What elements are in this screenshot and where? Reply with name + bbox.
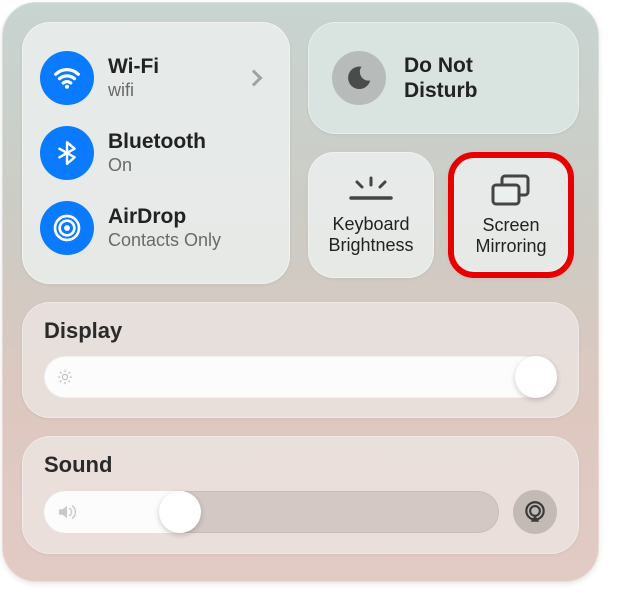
bluetooth-sub: On: [108, 155, 272, 176]
airdrop-icon: [40, 201, 94, 255]
bluetooth-title: Bluetooth: [108, 130, 272, 154]
wifi-text: Wi-Fi wifi: [108, 55, 234, 101]
dnd-line2: Disturb: [404, 78, 478, 103]
airplay-audio-button[interactable]: [513, 490, 557, 534]
brightness-low-icon: [56, 368, 74, 386]
display-slider[interactable]: [44, 356, 557, 398]
airdrop-title: AirDrop: [108, 205, 272, 229]
wifi-title: Wi-Fi: [108, 55, 234, 79]
display-card: Display: [22, 302, 579, 418]
airdrop-sub: Contacts Only: [108, 230, 272, 251]
sound-row: [44, 490, 557, 534]
kb-line1: Keyboard: [328, 214, 413, 235]
sm-line2: Mirroring: [475, 236, 546, 257]
keyboard-brightness-icon: [347, 174, 395, 208]
moon-icon: [332, 51, 386, 105]
tiles-row: Keyboard Brightness Screen Mirroring: [308, 152, 579, 278]
sound-label: Sound: [44, 452, 557, 478]
bluetooth-row[interactable]: Bluetooth On: [34, 122, 278, 184]
display-label: Display: [44, 318, 557, 344]
dnd-line1: Do Not: [404, 53, 478, 78]
do-not-disturb-button[interactable]: Do Not Disturb: [308, 22, 579, 134]
dnd-label: Do Not Disturb: [404, 53, 478, 103]
airdrop-row[interactable]: AirDrop Contacts Only: [34, 197, 278, 259]
screen-mirroring-tile[interactable]: Screen Mirroring: [448, 152, 574, 278]
top-row: Wi-Fi wifi Bluetooth On: [22, 22, 579, 284]
keyboard-brightness-label: Keyboard Brightness: [328, 214, 413, 255]
display-slider-thumb[interactable]: [515, 356, 557, 398]
connectivity-card: Wi-Fi wifi Bluetooth On: [22, 22, 290, 284]
sound-slider-thumb[interactable]: [159, 491, 201, 533]
keyboard-brightness-tile[interactable]: Keyboard Brightness: [308, 152, 434, 278]
wifi-sub: wifi: [108, 80, 234, 101]
bluetooth-icon: [40, 126, 94, 180]
right-column: Do Not Disturb Keyboard Brightness: [308, 22, 579, 284]
airplay-audio-icon: [522, 499, 548, 525]
screen-mirroring-label: Screen Mirroring: [475, 215, 546, 256]
kb-line2: Brightness: [328, 235, 413, 256]
sound-slider[interactable]: [44, 491, 499, 533]
sound-card: Sound: [22, 436, 579, 554]
wifi-icon: [40, 51, 94, 105]
airdrop-text: AirDrop Contacts Only: [108, 205, 272, 251]
speaker-icon: [56, 503, 78, 521]
control-center-panel: Wi-Fi wifi Bluetooth On: [2, 2, 599, 582]
chevron-right-icon[interactable]: [246, 69, 263, 86]
screen-mirroring-icon: [489, 173, 533, 209]
sm-line1: Screen: [475, 215, 546, 236]
wifi-row[interactable]: Wi-Fi wifi: [34, 47, 278, 109]
bluetooth-text: Bluetooth On: [108, 130, 272, 176]
